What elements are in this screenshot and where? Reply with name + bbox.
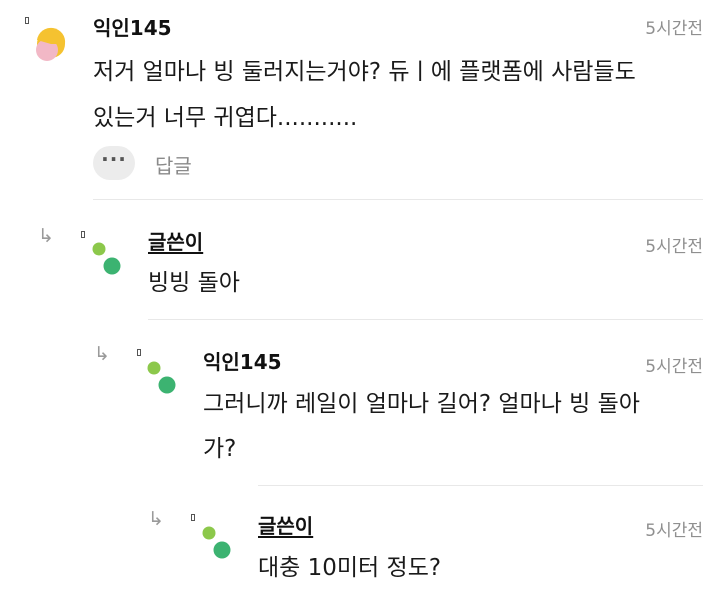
- comment-time: 5시간전: [645, 521, 703, 541]
- reply-item: ↳ 익인145 5시간전 그러니까 레일이 얼마나 길어? 얼마나 빙 돌아 가…: [0, 320, 720, 485]
- comment-time: 5시간전: [645, 357, 703, 377]
- comment-author[interactable]: 글쓴이: [148, 226, 203, 255]
- more-options-button[interactable]: ···: [93, 146, 135, 180]
- comment-text-line: 저거 얼마나 빙 둘러지는거야? 듀ㅣ에 플랫폼에 사람들도: [93, 59, 636, 85]
- comment-author[interactable]: 익인145: [93, 12, 172, 41]
- badge-marker-icon: [25, 17, 29, 24]
- comment-text-line: 그러니까 레일이 얼마나 길어? 얼마나 빙 돌아: [203, 391, 640, 417]
- badge-marker-icon: [137, 349, 141, 356]
- comment-text-line: 빙빙 돌아: [148, 270, 240, 296]
- reply-button[interactable]: 답글: [155, 150, 192, 179]
- comment-text-line: 있는거 너무 귀엽다...........: [93, 105, 358, 131]
- comment-author[interactable]: 익인145: [203, 346, 282, 375]
- green-dots-avatar-icon[interactable]: [145, 359, 179, 399]
- reply-arrow-icon: ↳: [148, 508, 164, 530]
- comment-author[interactable]: 글쓴이: [258, 510, 313, 539]
- reply-item: ↳ 글쓴이 5시간전 대충 10미터 정도?: [0, 486, 720, 599]
- comment-text-line: 가?: [203, 436, 237, 462]
- green-dots-avatar-icon[interactable]: [200, 524, 234, 564]
- yellow-pink-avatar-icon[interactable]: [31, 26, 71, 66]
- reply-arrow-icon: ↳: [38, 225, 54, 247]
- comment-time: 5시간전: [645, 19, 703, 39]
- reply-arrow-icon: ↳: [94, 343, 110, 365]
- green-dots-avatar-icon[interactable]: [90, 240, 124, 280]
- comment-text-line: 대충 10미터 정도?: [258, 555, 442, 581]
- reply-item: ↳ 글쓴이 5시간전 빙빙 돌아: [0, 200, 720, 320]
- badge-marker-icon: [191, 514, 195, 521]
- comment-item: 익인145 5시간전 저거 얼마나 빙 둘러지는거야? 듀ㅣ에 플랫폼에 사람들…: [0, 0, 720, 200]
- badge-marker-icon: [81, 231, 85, 238]
- comment-time: 5시간전: [645, 237, 703, 257]
